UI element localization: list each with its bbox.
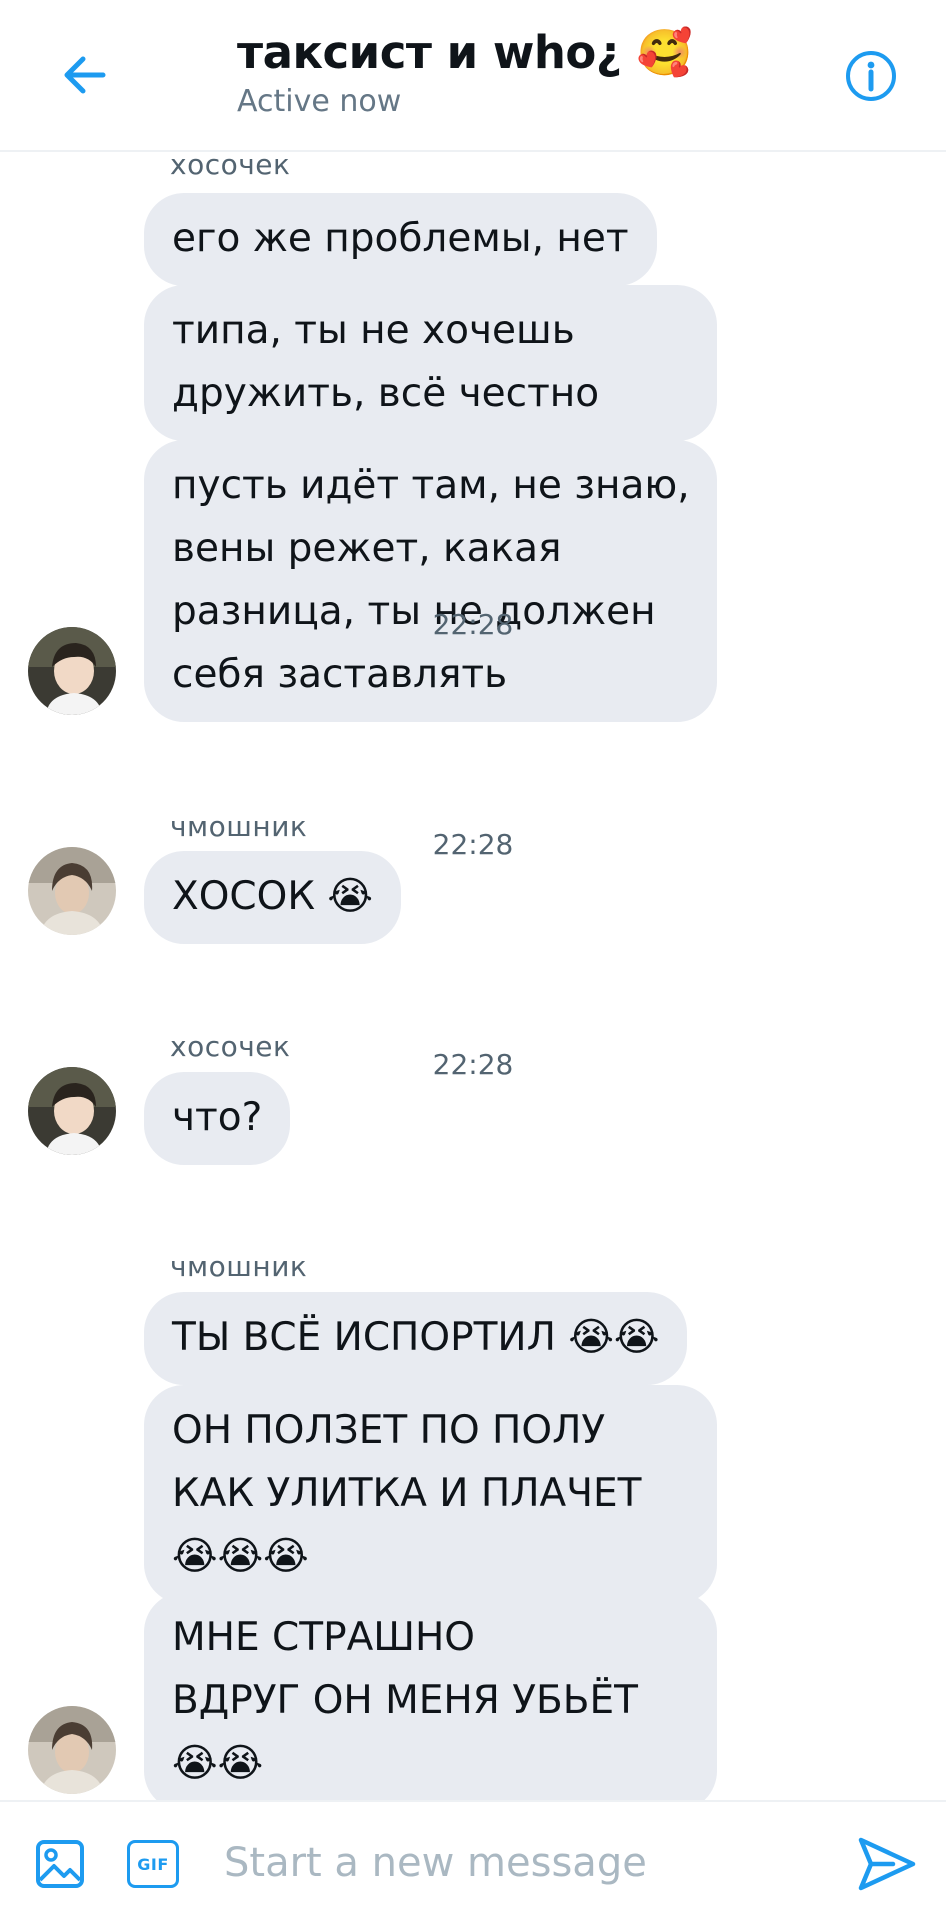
message-bubble[interactable]: ТЫ ВСЁ ИСПОРТИЛ 😭😭 (144, 1292, 688, 1385)
conversation-title[interactable]: таксист и who¿ 🥰 (237, 26, 693, 79)
message-text: дружить, всё честно (172, 371, 600, 416)
message-text: МНЕ СТРАШНО (172, 1615, 475, 1660)
message-text: ХОСОК 😭 (172, 874, 373, 919)
message-text: ОН ПОЛЗЕТ ПО ПОЛУ (172, 1408, 606, 1453)
avatar[interactable] (28, 1706, 116, 1794)
timestamp: 22:28 (432, 608, 514, 641)
conversation-header: таксист и who¿ 🥰 Active now (0, 0, 946, 152)
send-icon (858, 1837, 916, 1891)
info-button[interactable] (843, 48, 899, 104)
gif-button[interactable]: GIF (127, 1840, 179, 1888)
message-text: вены режет, какая (172, 526, 562, 571)
message-text: 😭😭😭 (172, 1534, 309, 1579)
message-bubble[interactable]: что? (144, 1072, 291, 1165)
timestamp: 22:28 (432, 828, 514, 861)
presence-status: Active now (237, 84, 402, 119)
message-bubble[interactable]: МНЕ СТРАШНО ВДРУГ ОН МЕНЯ УБЬЁТ 😭😭 (144, 1592, 717, 1800)
image-icon (36, 1840, 84, 1888)
message-bubble[interactable]: ХОСОК 😭 (144, 851, 401, 944)
message-bubble[interactable]: пусть идёт там, не знаю, вены режет, как… (144, 440, 717, 722)
message-text: пусть идёт там, не знаю, (172, 463, 690, 508)
message-text: что? (172, 1095, 263, 1140)
message-bubble[interactable]: типа, ты не хочешь дружить, всё честно (144, 285, 717, 441)
back-button[interactable] (58, 48, 112, 102)
arrow-left-icon (64, 56, 106, 94)
gif-icon: GIF (137, 1854, 169, 1874)
message-text: его же проблемы, нет (172, 216, 629, 261)
message-bubble[interactable]: ОН ПОЛЗЕТ ПО ПОЛУ КАК УЛИТКА И ПЛАЧЕТ 😭😭… (144, 1385, 717, 1604)
message-text: ТЫ ВСЁ ИСПОРТИЛ 😭😭 (172, 1315, 660, 1360)
message-input[interactable] (224, 1830, 804, 1896)
info-icon (846, 51, 896, 101)
message-thread[interactable]: хосочек его же проблемы, нет типа, ты не… (0, 152, 946, 1800)
message-text: типа, ты не хочешь (172, 308, 575, 353)
sender-name: хосочек (170, 152, 291, 181)
sender-name: чмошник (170, 1250, 308, 1283)
message-text: ВДРУГ ОН МЕНЯ УБЬЁТ (172, 1678, 638, 1723)
message-text: себя заставлять (172, 652, 508, 697)
message-bubble[interactable]: его же проблемы, нет (144, 193, 657, 286)
message-text: КАК УЛИТКА И ПЛАЧЕТ (172, 1471, 642, 1516)
message-composer: GIF (0, 1800, 946, 1920)
message-text: 😭😭 (172, 1741, 264, 1786)
timestamp: 22:28 (432, 1048, 514, 1081)
add-media-button[interactable] (32, 1836, 88, 1892)
send-button[interactable] (855, 1834, 919, 1894)
